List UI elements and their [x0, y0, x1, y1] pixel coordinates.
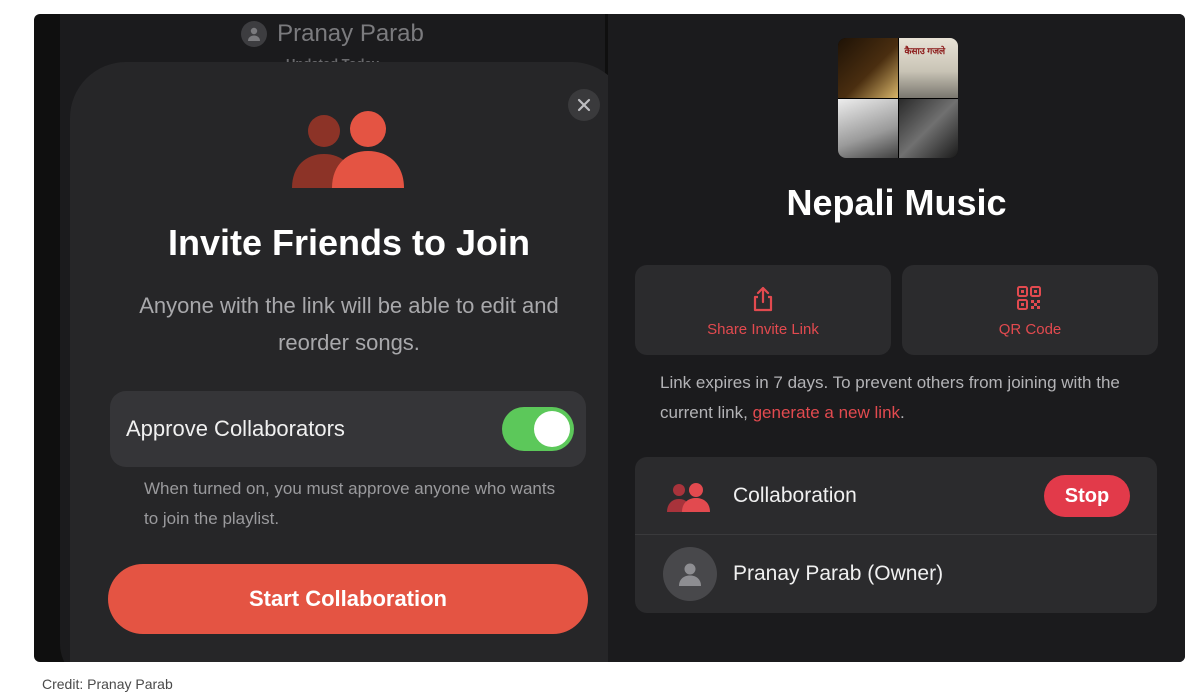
artwork-caption: कैसाउ गजले — [904, 46, 946, 56]
person-icon — [241, 21, 268, 47]
link-expiry-note: Link expires in 7 days. To prevent other… — [660, 368, 1130, 428]
approve-collaborators-label: Approve Collaborators — [126, 416, 345, 441]
collaboration-row: Collaboration Stop — [635, 457, 1157, 535]
stop-collaboration-button[interactable]: Stop — [1044, 475, 1130, 517]
start-collaboration-button[interactable]: Start Collaboration — [108, 564, 588, 634]
artwork-tile — [838, 98, 898, 158]
close-button[interactable] — [568, 89, 600, 121]
approve-collaborators-row: Approve Collaborators — [110, 391, 586, 467]
person-icon — [679, 563, 701, 586]
screenshot-frame: Pranay Parab Updated Today Invite Friend… — [34, 14, 1185, 662]
people-icon — [667, 482, 711, 517]
owner-line: Pranay Parab — [60, 20, 605, 48]
left-phone-screen: Pranay Parab Updated Today Invite Friend… — [60, 14, 628, 662]
expiry-note-end: . — [900, 403, 905, 422]
sheet-subtitle: Anyone with the link will be able to edi… — [139, 293, 559, 355]
generate-new-link-link[interactable]: generate a new link — [753, 403, 900, 422]
image-credit: Credit: Pranay Parab — [42, 676, 173, 692]
owner-row[interactable]: Pranay Parab (Owner) — [635, 535, 1157, 613]
toggle-knob — [534, 411, 570, 447]
people-icon — [292, 108, 406, 193]
right-phone-screen: कैसाउ गजले Nepali Music Share Invite Lin… — [608, 14, 1185, 662]
collaboration-panel: Collaboration Stop Pranay Parab (Owner) — [635, 457, 1157, 613]
qr-code-label: QR Code — [998, 321, 1062, 338]
artwork-tile: कैसाउ गजले — [898, 38, 958, 98]
artwork-tile — [898, 98, 958, 158]
collaboration-label: Collaboration — [733, 484, 857, 507]
share-invite-link-label: Share Invite Link — [707, 321, 819, 338]
playlist-artwork: कैसाउ गजले — [838, 38, 958, 158]
qr-code-button[interactable]: QR Code — [902, 265, 1158, 355]
close-icon — [577, 98, 591, 112]
artwork-tile — [838, 38, 898, 98]
playlist-title: Nepali Music — [786, 182, 1007, 223]
share-invite-link-button[interactable]: Share Invite Link — [635, 265, 891, 355]
share-icon — [749, 285, 777, 317]
approve-note: When turned on, you must approve anyone … — [144, 479, 556, 528]
owner-label: Pranay Parab (Owner) — [733, 562, 944, 585]
qr-code-icon — [1016, 285, 1042, 315]
sheet-title: Invite Friends to Join — [167, 222, 531, 263]
avatar — [663, 547, 717, 601]
approve-collaborators-toggle[interactable] — [502, 407, 574, 451]
owner-name: Pranay Parab — [277, 20, 424, 47]
